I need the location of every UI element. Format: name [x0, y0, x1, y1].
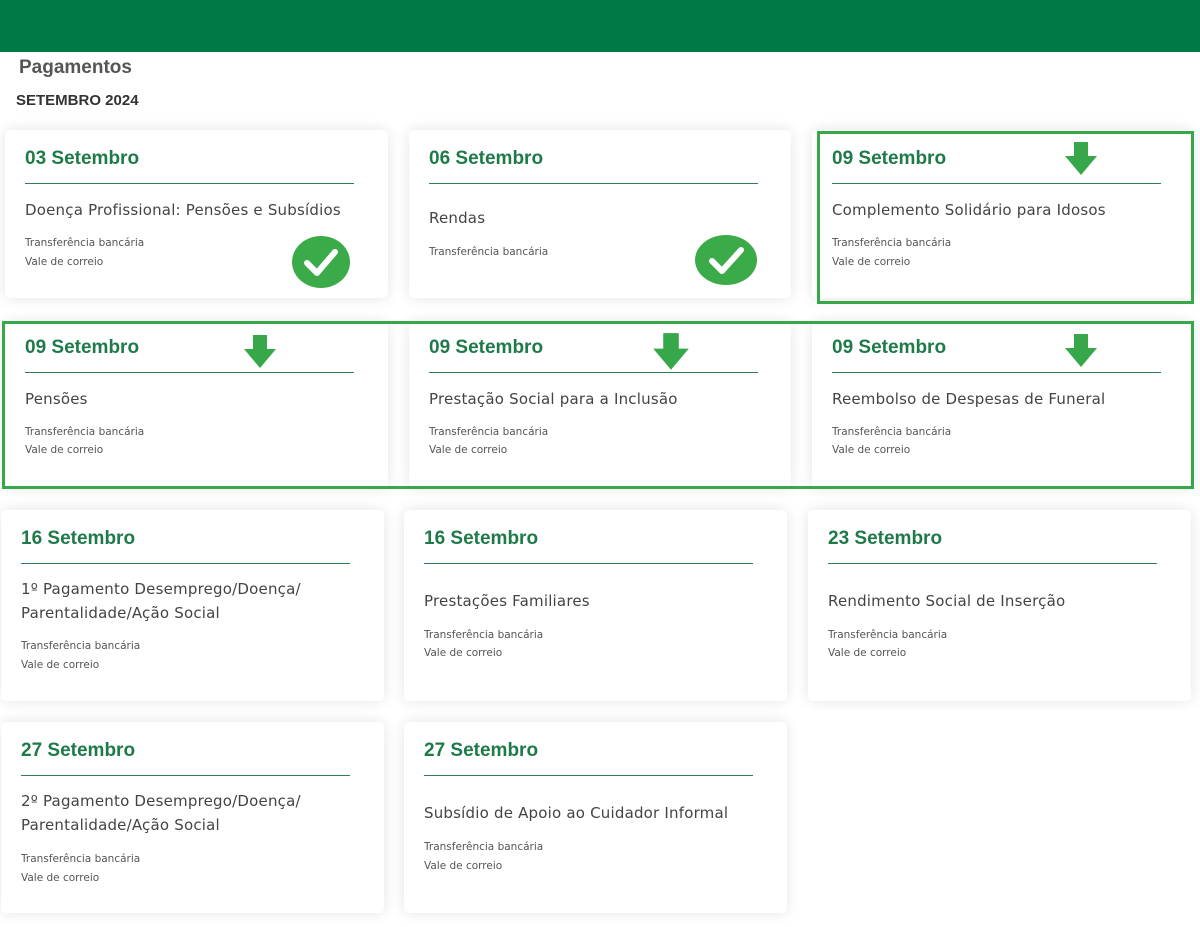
benefit-name: 1º Pagamento Desemprego/Doença/ Parental… [21, 577, 361, 625]
method-postal-order: Vale de correio [424, 647, 503, 659]
divider [25, 183, 354, 184]
benefit-name: Complemento Solidário para Idosos [832, 201, 1106, 219]
method-bank-transfer: Transferência bancária [424, 841, 544, 853]
month-label: SETEMBRO 2024 [16, 92, 139, 109]
arrow-down-icon [653, 333, 689, 370]
method-postal-order: Vale de correio [832, 444, 911, 456]
benefit-name-line: Parentalidade/Ação Social [21, 816, 220, 834]
method-postal-order: Vale de correio [21, 872, 100, 884]
method-bank-transfer: Transferência bancária [25, 426, 145, 438]
payment-card: 23 Setembro Rendimento Social de Inserçã… [808, 510, 1191, 701]
payment-card: 27 Setembro Subsídio de Apoio ao Cuidado… [404, 722, 787, 913]
benefit-name: Prestações Familiares [424, 592, 590, 610]
divider [429, 183, 758, 184]
method-bank-transfer: Transferência bancária [21, 853, 141, 865]
method-bank-transfer: Transferência bancária [828, 629, 948, 641]
payment-card: 03 Setembro Doença Profissional: Pensões… [5, 130, 388, 298]
payment-date: 23 Setembro [828, 528, 943, 549]
arrow-down-icon [244, 335, 276, 368]
method-bank-transfer: Transferência bancária [832, 426, 952, 438]
top-bar [0, 0, 1200, 52]
check-circle-icon [292, 236, 350, 288]
method-bank-transfer: Transferência bancária [424, 629, 544, 641]
benefit-name: Reembolso de Despesas de Funeral [832, 390, 1106, 408]
method-bank-transfer: Transferência bancária [429, 246, 549, 258]
method-postal-order: Vale de correio [21, 659, 100, 671]
benefit-name-line: 1º Pagamento Desemprego/Doença/ [21, 580, 301, 598]
divider [25, 372, 354, 373]
benefit-name: Rendas [429, 209, 486, 227]
divider [424, 775, 753, 776]
payment-card: 27 Setembro 2º Pagamento Desemprego/Doen… [1, 722, 384, 913]
payment-date: 09 Setembro [832, 148, 947, 169]
method-postal-order: Vale de correio [25, 444, 104, 456]
payment-date: 03 Setembro [25, 148, 140, 169]
benefit-name: 2º Pagamento Desemprego/Doença/ Parental… [21, 789, 361, 837]
payment-card: 09 Setembro Complemento Solidário para I… [812, 130, 1194, 298]
benefit-name-line: Parentalidade/Ação Social [21, 604, 220, 622]
method-bank-transfer: Transferência bancária [832, 237, 952, 249]
check-circle-icon [695, 235, 757, 285]
payment-date: 16 Setembro [21, 528, 136, 549]
arrow-down-icon [1065, 334, 1097, 367]
divider [429, 372, 758, 373]
divider [832, 372, 1161, 373]
divider [21, 775, 350, 776]
payment-card: 16 Setembro 1º Pagamento Desemprego/Doen… [1, 510, 384, 701]
payment-card: 09 Setembro Reembolso de Despesas de Fun… [812, 322, 1194, 488]
page-title: Pagamentos [19, 57, 132, 78]
payment-date: 27 Setembro [21, 740, 136, 761]
benefit-name: Subsídio de Apoio ao Cuidador Informal [424, 804, 729, 822]
method-postal-order: Vale de correio [424, 860, 503, 872]
payment-date: 09 Setembro [429, 337, 544, 358]
method-postal-order: Vale de correio [429, 444, 508, 456]
benefit-name: Doença Profissional: Pensões e Subsídios [25, 201, 341, 219]
benefit-name: Rendimento Social de Inserção [828, 592, 1066, 610]
benefit-name-line: 2º Pagamento Desemprego/Doença/ [21, 792, 301, 810]
benefit-name: Pensões [25, 390, 88, 408]
arrow-down-icon [1065, 142, 1097, 175]
payment-card: 06 Setembro Rendas Transferência bancári… [409, 130, 791, 298]
payment-date: 09 Setembro [832, 337, 947, 358]
benefit-name: Prestação Social para a Inclusão [429, 390, 678, 408]
method-bank-transfer: Transferência bancária [25, 237, 145, 249]
divider [424, 563, 753, 564]
payment-date: 16 Setembro [424, 528, 539, 549]
divider [828, 563, 1157, 564]
payment-date: 27 Setembro [424, 740, 539, 761]
method-bank-transfer: Transferência bancária [21, 640, 141, 652]
method-postal-order: Vale de correio [25, 256, 104, 268]
divider [21, 563, 350, 564]
payment-card: 16 Setembro Prestações Familiares Transf… [404, 510, 787, 701]
payment-date: 06 Setembro [429, 148, 544, 169]
payment-card: 09 Setembro Prestação Social para a Incl… [409, 322, 791, 488]
payment-date: 09 Setembro [25, 337, 140, 358]
method-bank-transfer: Transferência bancária [429, 426, 549, 438]
divider [832, 183, 1161, 184]
method-postal-order: Vale de correio [832, 256, 911, 268]
method-postal-order: Vale de correio [828, 647, 907, 659]
payment-card: 09 Setembro Pensões Transferência bancár… [5, 322, 388, 488]
